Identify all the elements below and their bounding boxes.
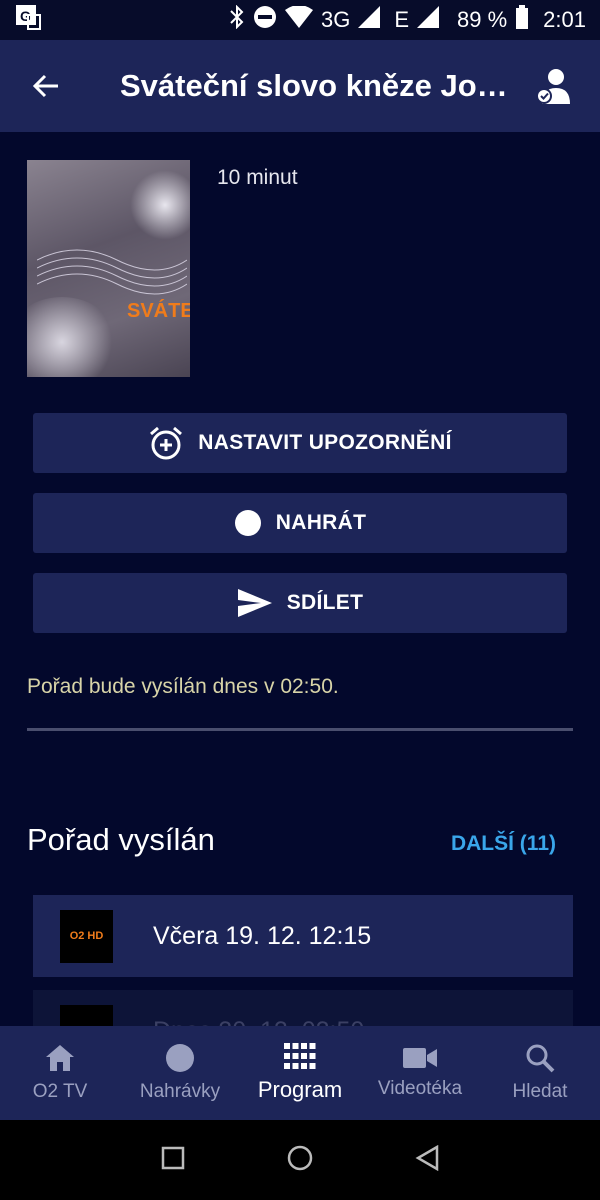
clock: 2:01 xyxy=(543,7,586,32)
circle-icon xyxy=(287,1145,313,1170)
share-button[interactable]: SDÍLET xyxy=(33,573,567,633)
nav-label: Nahrávky xyxy=(139,1081,221,1102)
system-navigation-bar xyxy=(0,1120,600,1200)
broadcast-note: Pořad bude vysílán dnes v 02:50. xyxy=(27,675,339,698)
send-icon xyxy=(237,588,273,618)
program-duration: 10 minut xyxy=(217,166,298,189)
record-icon xyxy=(166,1044,194,1072)
alarm-add-icon xyxy=(148,425,184,461)
nav-label: Hledat xyxy=(512,1081,568,1102)
home-system-button[interactable] xyxy=(286,1144,314,1177)
home-icon xyxy=(46,1045,74,1071)
signal-icon xyxy=(358,6,381,34)
arrow-left-icon xyxy=(32,74,58,98)
nav-item-program[interactable]: Program xyxy=(240,1026,360,1120)
poster-title: SVÁTE SLO xyxy=(127,300,190,322)
triangle-back-icon xyxy=(415,1144,439,1171)
nav-label: Program xyxy=(257,1077,343,1102)
page-title: Sváteční slovo kněze Jo… xyxy=(120,68,508,103)
nav-item-recordings[interactable]: Nahrávky xyxy=(120,1026,240,1120)
nav-label: Videotéka xyxy=(377,1078,463,1099)
share-label: SDÍLET xyxy=(286,591,364,614)
record-label: NAHRÁT xyxy=(275,511,367,534)
channel-logo: O2 HD xyxy=(60,909,113,963)
bluetooth-icon xyxy=(229,4,245,35)
user-check-icon xyxy=(536,69,570,104)
bottom-navigation: O2 TV Nahrávky Program Videotéka Hledat xyxy=(0,1026,600,1120)
divider xyxy=(27,728,573,731)
app-bar: Sváteční slovo kněze Jo… xyxy=(0,40,600,132)
wifi-icon xyxy=(284,5,313,34)
signal-icon-2 xyxy=(417,6,440,34)
nav-label: O2 TV xyxy=(32,1081,88,1102)
set-reminder-label: NASTAVIT UPOZORNĚNÍ xyxy=(198,431,452,454)
network-type: 3G xyxy=(320,7,351,32)
battery-percent: 89 % xyxy=(457,7,508,32)
network-type-2: E xyxy=(394,7,410,32)
square-icon xyxy=(161,1146,184,1169)
nav-item-search[interactable]: Hledat xyxy=(480,1026,600,1120)
video-icon xyxy=(403,1048,437,1068)
status-bar: G 3G E 89 % 2:01 xyxy=(0,0,600,40)
back-system-button[interactable] xyxy=(415,1144,439,1176)
airings-title: Pořad vysílán xyxy=(27,822,215,857)
back-button[interactable] xyxy=(18,58,74,114)
record-dot-icon xyxy=(234,509,262,537)
search-icon xyxy=(526,1044,555,1073)
nav-item-videoteka[interactable]: Videotéka xyxy=(360,1026,480,1120)
airing-row[interactable]: O2 HD Včera 19. 12. 12:15 xyxy=(33,895,573,977)
translate-icon: G xyxy=(14,3,42,37)
set-reminder-button[interactable]: NASTAVIT UPOZORNĚNÍ xyxy=(33,413,567,473)
recents-button[interactable] xyxy=(161,1146,185,1175)
dnd-icon xyxy=(253,5,277,35)
grid-icon xyxy=(284,1043,316,1069)
poster-decoration xyxy=(37,249,187,295)
record-button[interactable]: NAHRÁT xyxy=(33,493,567,553)
more-airings-link[interactable]: DALŠÍ (11) xyxy=(451,832,556,856)
profile-button[interactable] xyxy=(526,58,582,114)
nav-item-o2tv[interactable]: O2 TV xyxy=(0,1026,120,1120)
program-poster: SVÁTE SLO xyxy=(27,160,190,377)
airing-time: Včera 19. 12. 12:15 xyxy=(153,921,372,950)
battery-icon xyxy=(515,5,529,35)
